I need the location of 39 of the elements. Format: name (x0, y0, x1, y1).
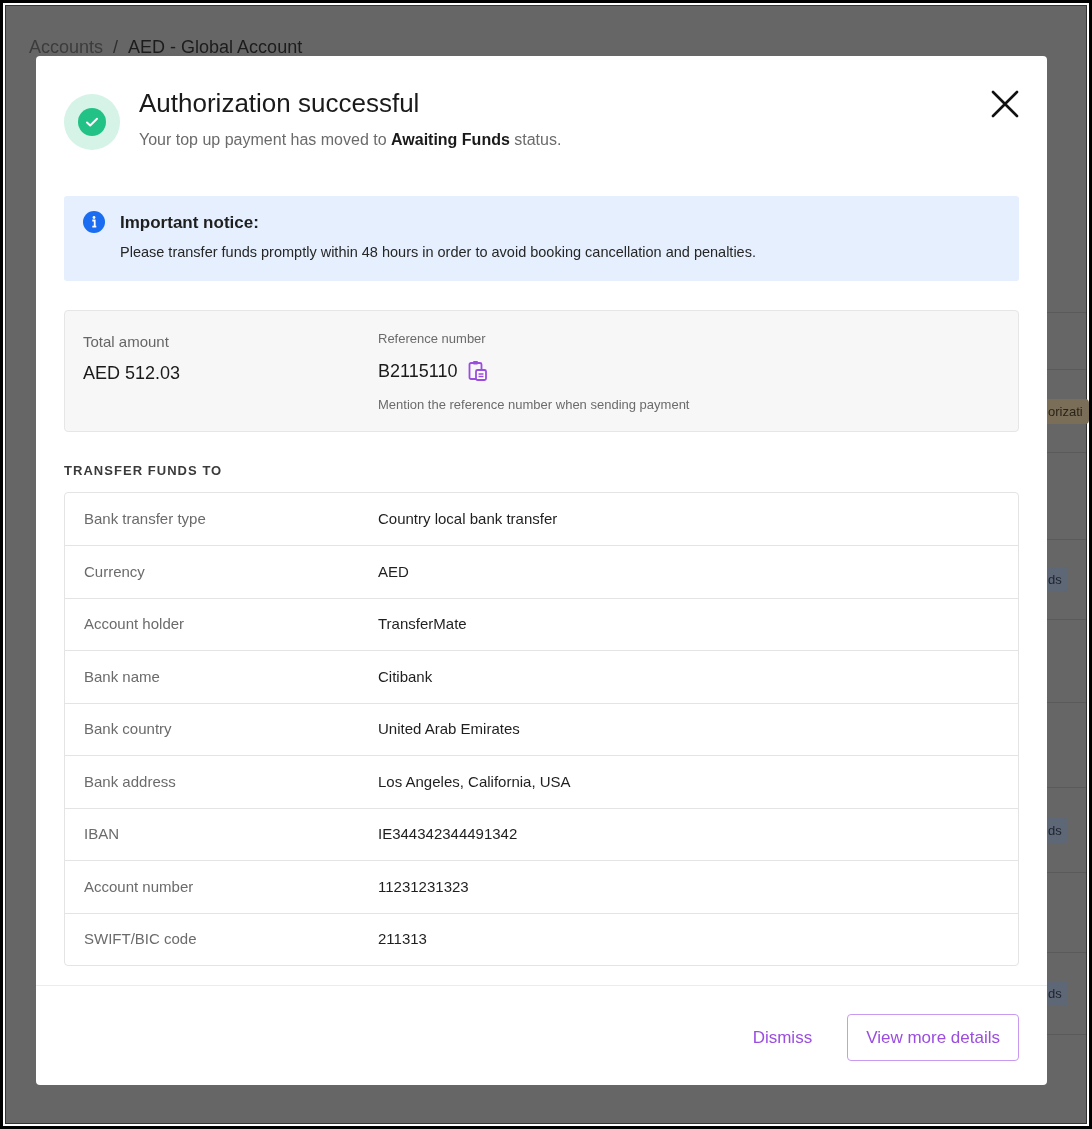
dismiss-button[interactable]: Dismiss (750, 1014, 815, 1061)
detail-label: Account holder (84, 614, 186, 635)
detail-value: 11231231323 (378, 876, 469, 897)
total-amount-value: AED 512.03 (83, 361, 182, 385)
detail-value: TransferMate (378, 614, 467, 635)
status-badge: ds (1047, 567, 1068, 592)
detail-label: Currency (84, 561, 146, 582)
reference-number-label: Reference number (378, 330, 487, 349)
detail-label: IBAN (84, 824, 120, 845)
copy-clipboard-icon[interactable] (467, 360, 490, 383)
success-check-icon (64, 94, 120, 150)
detail-value: Citibank (378, 666, 433, 687)
view-details-button[interactable]: View more details (847, 1014, 1019, 1062)
detail-value: Los Angeles, California, USA (378, 771, 571, 792)
close-button[interactable] (989, 88, 1021, 120)
detail-label: Bank name (84, 666, 161, 687)
reference-hint: Mention the reference number when sending payment (378, 395, 690, 414)
detail-value: AED (378, 561, 409, 582)
total-amount-label: Total amount (83, 332, 170, 353)
status-badge: ds (1047, 981, 1068, 1006)
dialog-subtitle: Your top up payment has moved to Awaiting Funds status. (139, 130, 563, 150)
status-badge: ds (1047, 817, 1068, 843)
detail-label: Bank transfer type (84, 508, 207, 529)
notice-title: Important notice: (120, 212, 260, 234)
dialog-title: Authorization successful (139, 87, 421, 120)
detail-label: SWIFT/BIC code (84, 929, 198, 950)
detail-label: Bank country (84, 719, 173, 740)
info-icon (83, 211, 105, 233)
detail-value: United Arab Emirates (378, 719, 520, 740)
detail-value: 211313 (378, 929, 427, 950)
detail-label: Account number (84, 876, 195, 897)
detail-label: Bank address (84, 771, 177, 792)
breadcrumb-separator: / (113, 36, 119, 59)
detail-value: Country local bank transfer (378, 508, 558, 529)
notice-text: Please transfer funds promptly within 48 hours in order to avoid booking cancellation and penalties. (120, 242, 756, 262)
section-heading: TRANSFER FUNDS TO (64, 462, 224, 481)
status-badge: orizati (1047, 398, 1089, 424)
detail-value: IE344342344491342 (378, 824, 518, 845)
reference-number-value: B2115110 (378, 359, 458, 383)
